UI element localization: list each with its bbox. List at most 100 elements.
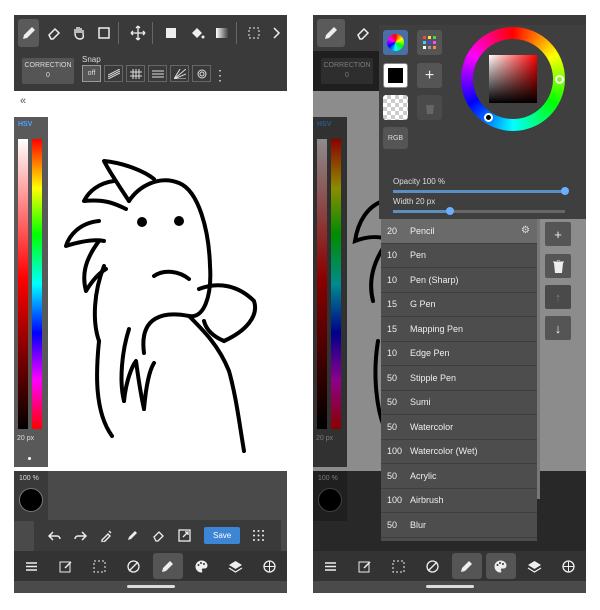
snap-radial-button[interactable] <box>170 65 189 82</box>
menu-button[interactable] <box>315 553 345 579</box>
width-slider-label: Width 20 px <box>393 197 436 206</box>
saturation-value-square[interactable] <box>489 55 537 103</box>
redo-button[interactable] <box>68 526 92 546</box>
gesture-bar <box>127 585 175 588</box>
pen-button[interactable] <box>120 526 144 546</box>
delete-brush-button[interactable] <box>545 254 571 278</box>
opacity-slider-knob[interactable] <box>561 187 569 195</box>
snap-grid-button[interactable] <box>126 65 145 82</box>
pencil-tool-button[interactable] <box>18 19 40 47</box>
eraser-button[interactable] <box>146 526 170 546</box>
edit-button[interactable] <box>349 553 379 579</box>
chevron-right-icon <box>273 27 281 39</box>
eraser-tool-button[interactable] <box>349 19 377 47</box>
edit-button[interactable] <box>50 553 80 579</box>
brush-size: 50 <box>387 372 398 383</box>
correction-button[interactable]: CORRECTION 0 <box>22 58 74 84</box>
transform-button[interactable] <box>172 526 196 546</box>
hue-ring-inner <box>473 39 553 119</box>
rgb-toggle-button[interactable]: RGB <box>383 127 408 149</box>
move-tool-button[interactable] <box>127 19 148 47</box>
layers-tab-button[interactable] <box>520 553 550 579</box>
delete-color-button[interactable] <box>417 95 442 120</box>
brush-tab-button[interactable] <box>152 553 183 579</box>
gradient-tool-button[interactable] <box>211 19 232 47</box>
move-brush-up-button[interactable]: ↑ <box>545 285 571 309</box>
hue-ring[interactable] <box>461 27 565 131</box>
add-brush-button[interactable]: + <box>545 222 571 246</box>
select-rect-button[interactable] <box>93 19 114 47</box>
rotate-canvas-button[interactable] <box>417 553 447 579</box>
snap-parallel-button[interactable] <box>104 65 123 82</box>
width-slider-knob[interactable] <box>445 207 454 215</box>
expand-toolbar-button[interactable] <box>266 19 287 47</box>
brush-list-item[interactable]: 50 Sumi <box>381 391 537 415</box>
brush-list-item[interactable]: 15 Mapping Pen <box>381 317 537 342</box>
brush-tab-button[interactable] <box>451 553 482 579</box>
opacity-slider[interactable] <box>393 190 565 193</box>
eyedropper-button[interactable] <box>94 526 118 546</box>
transparent-color-swatch[interactable] <box>383 95 408 120</box>
color-wheel-tab[interactable] <box>383 30 408 55</box>
brush-list-item[interactable]: 15 G Pen <box>381 293 537 317</box>
redo-icon <box>73 531 87 541</box>
saturation-slider[interactable] <box>18 139 28 429</box>
canvas-area[interactable]: « HSV 20 px <box>14 91 287 471</box>
palette-grid-icon <box>423 36 436 49</box>
brush-size: 10 <box>387 250 398 261</box>
material-tab-button[interactable] <box>255 553 285 579</box>
snap-circle-button[interactable] <box>192 65 211 82</box>
layers-icon <box>228 560 243 573</box>
snap-horizontal-button[interactable] <box>148 65 167 82</box>
brush-list-item[interactable]: 50 Stipple Pen <box>381 366 537 391</box>
selection-button[interactable] <box>383 553 413 579</box>
brush-list-item[interactable]: 100 Airbrush <box>381 489 537 513</box>
brush-size-preview <box>28 457 31 460</box>
add-color-button[interactable]: + <box>417 63 442 88</box>
menu-button[interactable] <box>16 553 46 579</box>
brush-list-item[interactable]: 10 Pen (Sharp) <box>381 268 537 293</box>
pencil-tool-button[interactable] <box>317 19 345 47</box>
grid-menu-button[interactable] <box>246 526 270 546</box>
fill-rect-button[interactable] <box>161 19 182 47</box>
brush-list-item[interactable]: 50 Watercolor <box>381 415 537 440</box>
brush-list-item[interactable]: 20 Pencil ⚙ <box>381 219 537 244</box>
color-picker-panel: + RGB <box>379 25 586 175</box>
eraser-tool-button[interactable] <box>43 19 64 47</box>
undo-button[interactable] <box>42 526 66 546</box>
color-tab-button[interactable] <box>187 553 217 579</box>
bucket-tool-button[interactable] <box>186 19 207 47</box>
material-tab-button[interactable] <box>554 553 584 579</box>
color-handle[interactable] <box>484 113 493 122</box>
brush-list-item[interactable]: 50 Acrylic <box>381 464 537 489</box>
selection-button[interactable] <box>84 553 114 579</box>
save-button[interactable]: Save <box>204 527 241 544</box>
palette-grid-tab[interactable] <box>417 30 442 55</box>
hsv-label[interactable]: HSV <box>18 121 32 128</box>
color-tab-button[interactable] <box>485 553 516 579</box>
layers-tab-button[interactable] <box>221 553 251 579</box>
move-brush-down-button[interactable]: ↓ <box>545 316 571 340</box>
brush-list-scrollbar[interactable] <box>537 219 540 499</box>
rotate-canvas-button[interactable] <box>118 553 148 579</box>
palette-icon <box>494 560 507 572</box>
brush-list-item[interactable]: 10 Pen <box>381 244 537 268</box>
concentric-circles-icon <box>197 69 206 78</box>
brush-list-item[interactable]: 50 Blur <box>381 513 537 538</box>
hand-tool-button[interactable] <box>68 19 89 47</box>
brush-list-item[interactable]: 10 Edge Pen <box>381 342 537 366</box>
collapse-arrow-icon[interactable]: « <box>20 95 26 107</box>
bottom-nav <box>14 551 287 581</box>
pen-icon <box>127 531 137 540</box>
grid-icon <box>129 68 142 79</box>
current-color-swatch[interactable] <box>19 488 43 512</box>
gear-icon[interactable]: ⚙ <box>521 225 537 236</box>
hue-slider[interactable] <box>32 139 42 429</box>
lasso-tool-button[interactable] <box>245 19 266 47</box>
drawing-canvas[interactable] <box>14 91 287 471</box>
primary-color-swatch[interactable] <box>383 63 408 88</box>
hue-handle[interactable] <box>555 75 564 84</box>
brush-list-item[interactable]: 100 Watercolor (Wet) <box>381 440 537 464</box>
snap-off-button[interactable]: off <box>82 65 101 82</box>
more-options-icon[interactable]: ⋮ <box>213 67 227 84</box>
